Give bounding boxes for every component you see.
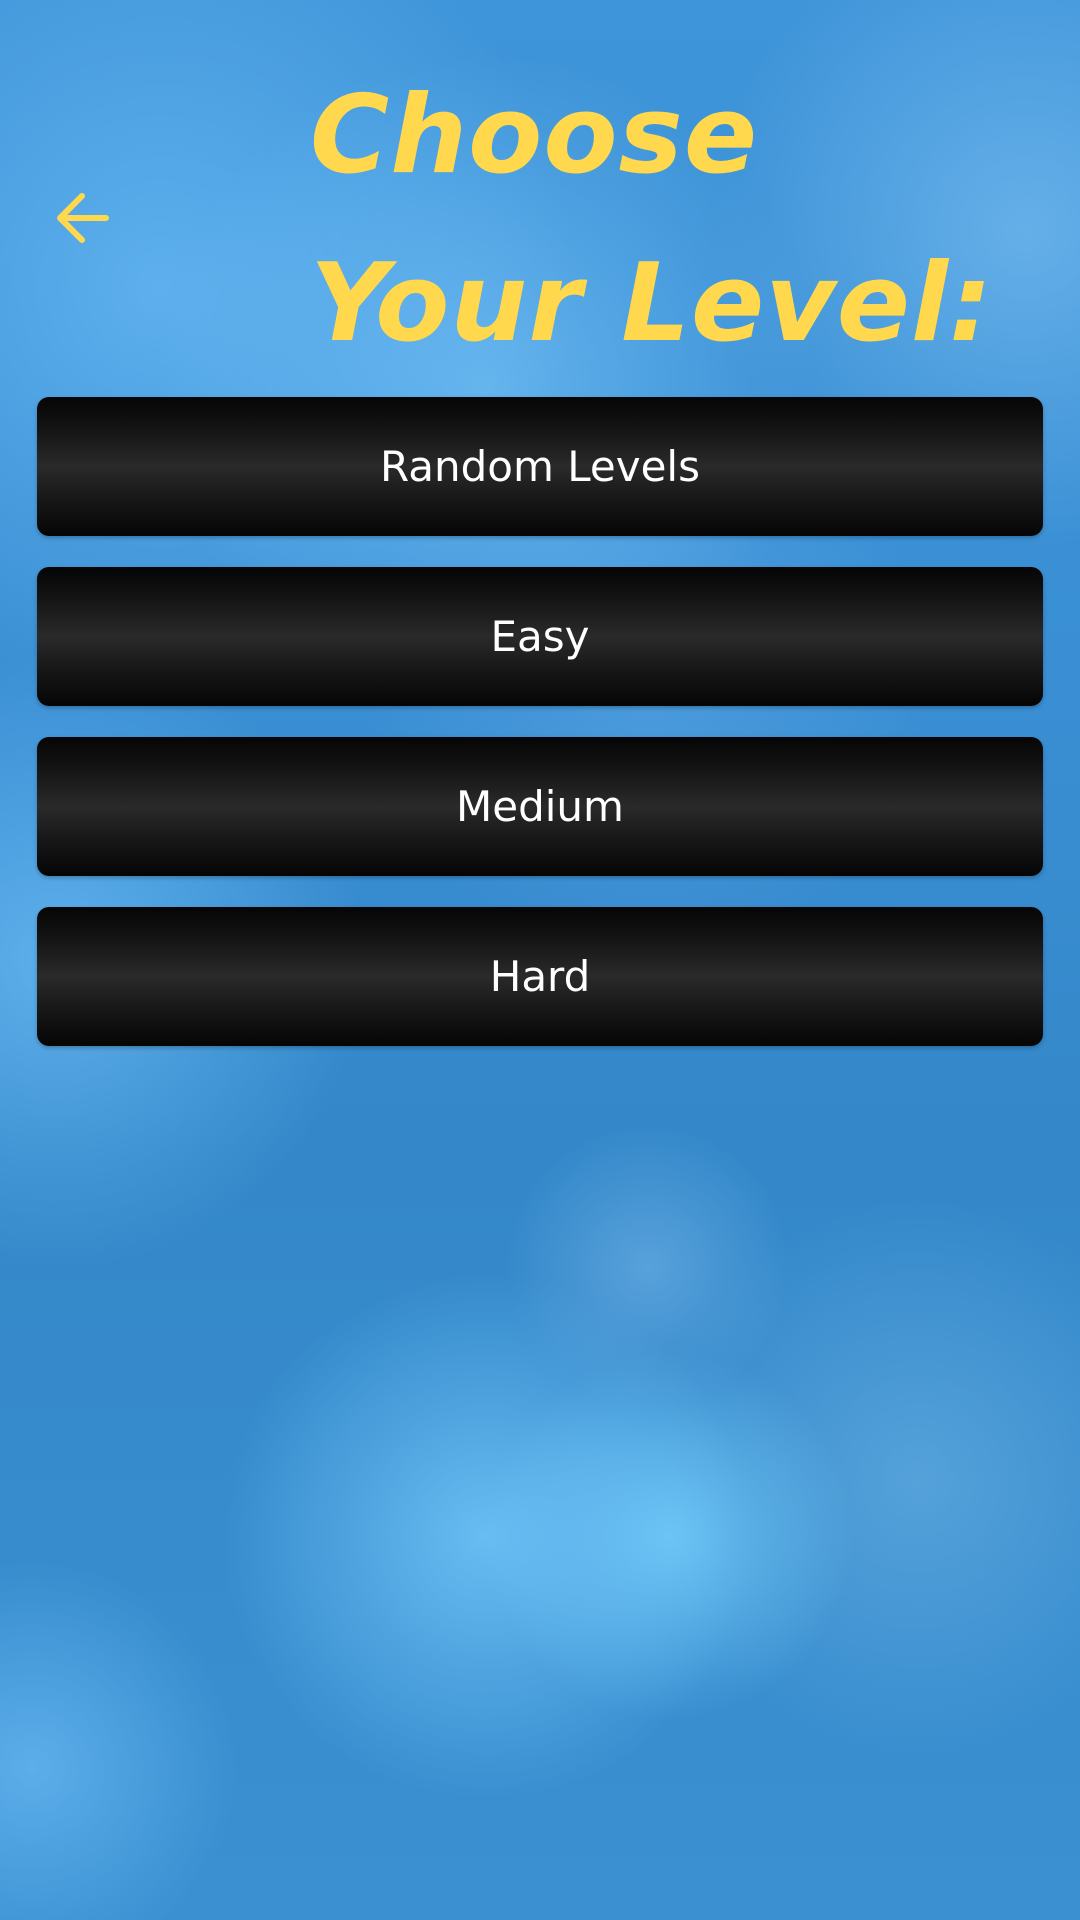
back-button[interactable]	[44, 180, 120, 256]
easy-button[interactable]: Easy	[37, 567, 1043, 706]
level-list: Random Levels Easy Medium Hard	[37, 397, 1043, 1077]
random-levels-button[interactable]: Random Levels	[37, 397, 1043, 536]
page-title: Choose Your Level:	[310, 73, 994, 366]
medium-button[interactable]: Medium	[37, 737, 1043, 876]
arrow-left-icon	[57, 193, 109, 243]
hard-button[interactable]: Hard	[37, 907, 1043, 1046]
